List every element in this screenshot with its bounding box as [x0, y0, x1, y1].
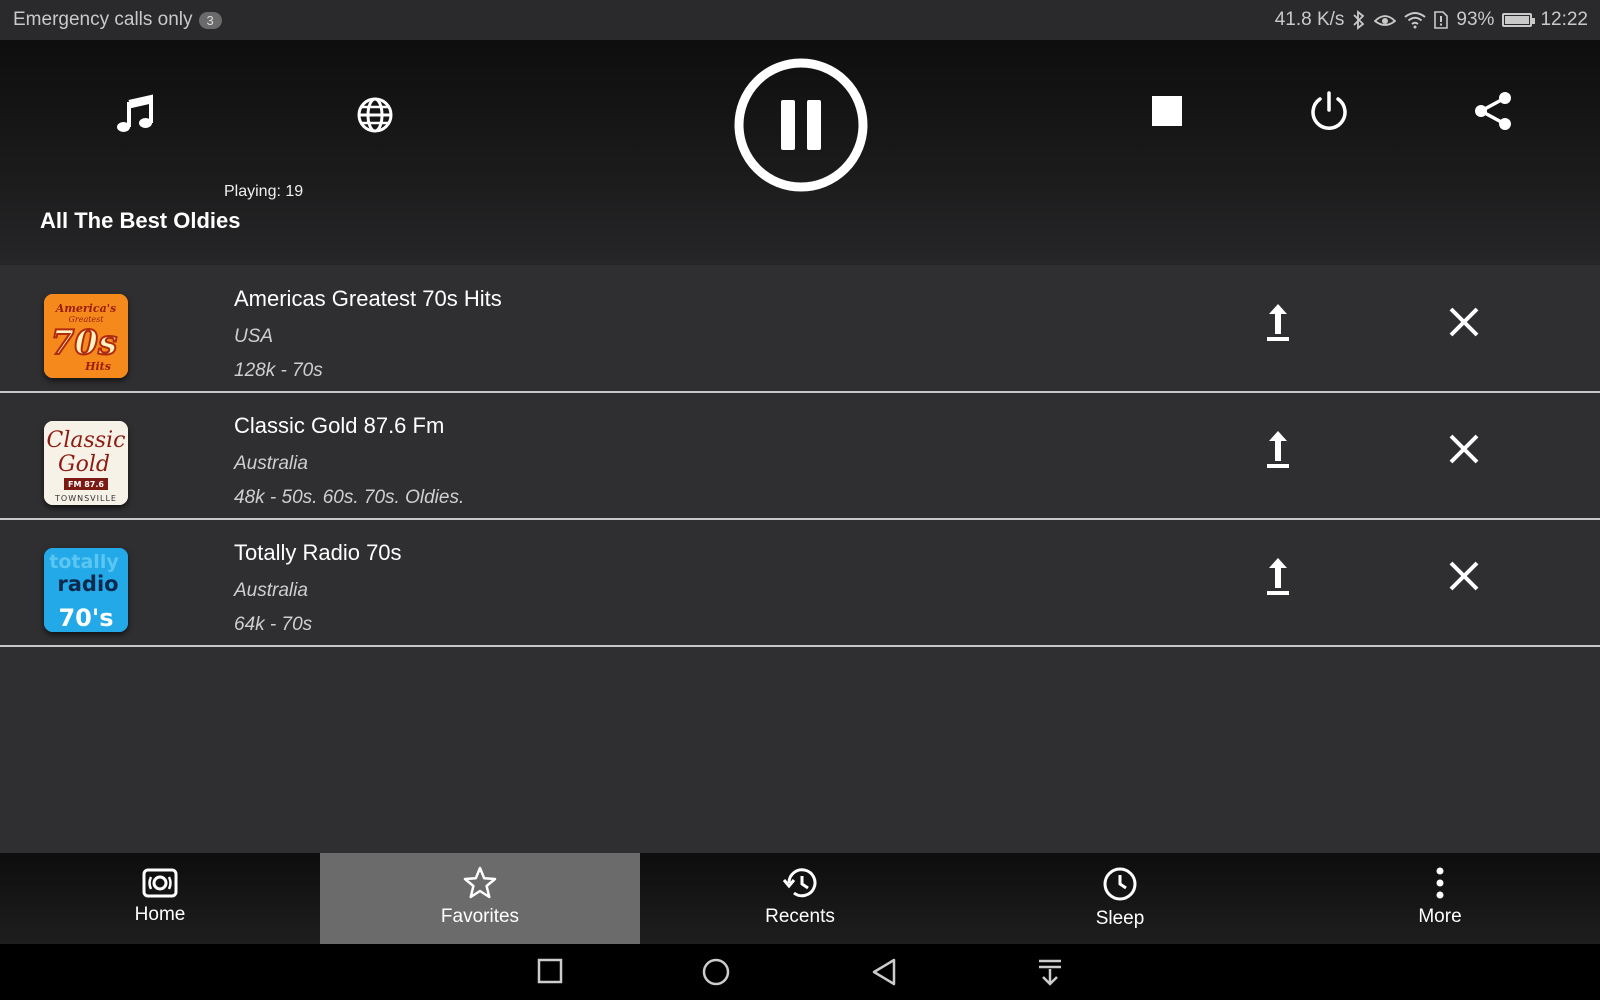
- list-item[interactable]: totally radio 70's Totally Radio 70s Aus…: [0, 520, 1600, 647]
- close-icon: [1449, 307, 1479, 337]
- status-bar: Emergency calls only 3 41.8 K/s 93% 12:2…: [0, 0, 1600, 40]
- nav-favorites[interactable]: Favorites: [320, 853, 640, 944]
- home-circle-button[interactable]: [702, 958, 730, 991]
- star-icon: [463, 866, 497, 899]
- station-name: Totally Radio 70s: [234, 540, 402, 565]
- arrow-up-icon: [1267, 431, 1289, 468]
- nav-recents[interactable]: Recents: [640, 853, 960, 944]
- back-triangle-button[interactable]: [871, 958, 897, 991]
- station-info: 64k - 70s: [234, 614, 313, 635]
- remove-favorite-button[interactable]: [1448, 433, 1480, 470]
- nav-label: Favorites: [440, 906, 520, 927]
- bottom-navigation: Home Favorites Recents Sleep More: [0, 853, 1600, 944]
- classic-gold-logo: Classic Gold FM 87.6 TOWNSVILLE: [44, 421, 128, 505]
- bluetooth-icon: [1353, 10, 1365, 30]
- more-vertical-icon: [1436, 867, 1444, 899]
- list-item[interactable]: America's Greatest 70s Hits Americas Gre…: [0, 266, 1600, 393]
- pause-button[interactable]: [733, 57, 869, 193]
- arrow-up-icon: [1267, 304, 1289, 341]
- nav-label: Home: [134, 904, 186, 925]
- music-library-button[interactable]: [114, 94, 156, 136]
- system-navigation-bar: [0, 944, 1600, 1000]
- radio-icon: [142, 868, 178, 898]
- clock-time: 12:22: [1540, 9, 1588, 30]
- logo-text: America's: [55, 302, 117, 315]
- notification-badge: 3: [198, 11, 222, 29]
- logo-text: 70's: [58, 604, 113, 632]
- battery-percent: 93%: [1456, 9, 1495, 30]
- notification-pull-button[interactable]: [1037, 958, 1063, 991]
- logo-text: Gold: [58, 452, 110, 477]
- stop-icon: [1152, 96, 1182, 126]
- browse-stations-button[interactable]: [356, 96, 394, 134]
- notification-pull-icon: [1039, 959, 1061, 986]
- logo-text: Classic: [47, 428, 126, 453]
- sim-icon: [1434, 11, 1449, 29]
- playing-count: Playing: 19: [224, 183, 304, 200]
- nav-sleep[interactable]: Sleep: [960, 853, 1280, 944]
- recents-square-icon: [537, 958, 563, 984]
- list-item[interactable]: Classic Gold FM 87.6 TOWNSVILLE Classic …: [0, 393, 1600, 520]
- share-icon: [1475, 92, 1511, 130]
- arrow-up-icon: [1267, 558, 1289, 595]
- recents-square-button[interactable]: [537, 958, 563, 989]
- americas-greatest-70s-logo: America's Greatest 70s Hits: [44, 294, 128, 378]
- move-up-button[interactable]: [1266, 302, 1290, 347]
- station-name: Americas Greatest 70s Hits: [234, 286, 502, 311]
- carrier-text: Emergency calls only: [13, 9, 193, 30]
- station-info: 128k - 70s: [234, 360, 323, 381]
- logo-text: Hits: [84, 360, 111, 373]
- pause-icon: [734, 58, 868, 192]
- station-country: Australia: [234, 580, 308, 601]
- stop-button[interactable]: [1152, 96, 1182, 126]
- logo-text: radio: [57, 572, 118, 596]
- move-up-button[interactable]: [1266, 429, 1290, 474]
- station-info: 48k - 50s. 60s. 70s. Oldies.: [234, 487, 465, 508]
- power-icon: [1311, 91, 1347, 130]
- history-icon: [782, 868, 817, 898]
- logo-text: totally: [49, 551, 119, 573]
- power-button[interactable]: [1308, 90, 1350, 132]
- nav-more[interactable]: More: [1280, 853, 1600, 944]
- logo-text: TOWNSVILLE: [54, 494, 117, 503]
- clock-icon: [1103, 867, 1137, 901]
- nav-home[interactable]: Home: [0, 853, 320, 944]
- station-country: Australia: [234, 453, 308, 474]
- music-note-icon: [117, 94, 153, 132]
- remove-favorite-button[interactable]: [1448, 306, 1480, 343]
- logo-text: 70s: [51, 323, 117, 363]
- back-triangle-icon: [872, 958, 896, 986]
- close-icon: [1449, 434, 1479, 464]
- nav-label: More: [1418, 906, 1462, 927]
- close-icon: [1449, 561, 1479, 591]
- battery-icon: [1502, 13, 1536, 27]
- favorites-list: America's Greatest 70s Hits Americas Gre…: [0, 266, 1600, 647]
- globe-icon: [357, 97, 393, 133]
- station-country: USA: [234, 326, 274, 347]
- station-title: All The Best Oldies: [40, 208, 241, 233]
- remove-favorite-button[interactable]: [1448, 560, 1480, 597]
- move-up-button[interactable]: [1266, 556, 1290, 601]
- station-name: Classic Gold 87.6 Fm: [234, 413, 445, 438]
- share-button[interactable]: [1472, 90, 1514, 132]
- nav-label: Sleep: [1095, 908, 1145, 929]
- home-circle-icon: [702, 958, 730, 986]
- nav-label: Recents: [765, 906, 835, 927]
- logo-text: FM 87.6: [68, 480, 104, 489]
- totally-radio-70s-logo: totally radio 70's: [44, 548, 128, 632]
- eye-comfort-icon: [1374, 15, 1397, 26]
- net-speed: 41.8 K/s: [1274, 9, 1345, 30]
- player-header: Playing: 19 All The Best Oldies: [0, 40, 1600, 265]
- wifi-icon: [1404, 12, 1427, 29]
